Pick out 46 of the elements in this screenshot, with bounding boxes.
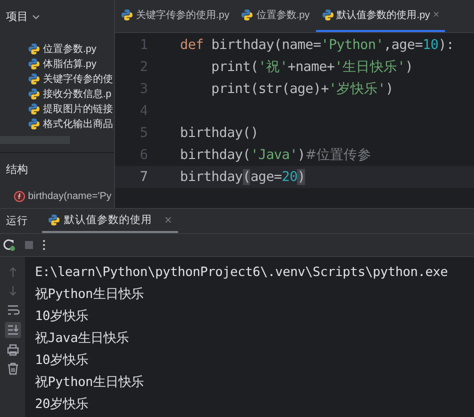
print-icon[interactable]: [6, 343, 20, 357]
python-icon: [121, 9, 133, 21]
more-icon[interactable]: [42, 239, 46, 251]
code-line: print(str(age)+'岁快乐'): [210, 80, 394, 98]
console-line: 祝Java生日快乐: [35, 330, 130, 348]
function-icon: [14, 190, 25, 202]
console-line: E:\learn\Python\pythonProject6\.venv\Scripts\python.exe: [35, 264, 449, 282]
code-line: birthday(age=20): [180, 169, 306, 185]
panel-title: 运行: [6, 214, 28, 228]
python-icon: [28, 118, 40, 130]
panel-title: 结构: [6, 162, 28, 176]
python-icon: [28, 88, 40, 100]
file-item[interactable]: 格式化输出商品: [0, 116, 114, 131]
line-number: 7: [138, 169, 149, 185]
console-line: 祝Python生日快乐: [35, 286, 146, 304]
file-item[interactable]: 体脂估算.py: [0, 56, 114, 71]
python-icon: [28, 58, 40, 70]
console-line: 祝Python生日快乐: [35, 374, 146, 392]
trash-icon[interactable]: [6, 362, 20, 376]
python-icon: [48, 214, 60, 226]
console-line: 10岁快乐: [35, 352, 90, 370]
editor-tab[interactable]: 默认值参数的使用.py ×: [316, 0, 446, 32]
console-line: 10岁快乐: [35, 308, 90, 326]
python-icon: [241, 9, 254, 21]
file-item[interactable]: 提取图片的链接: [0, 101, 114, 116]
python-icon: [28, 42, 40, 54]
soft-wrap-icon[interactable]: [6, 303, 20, 317]
code-line: birthday(): [180, 125, 258, 141]
editor-tab[interactable]: 位置参数.py: [235, 0, 316, 32]
panel-title: 项目: [6, 10, 28, 24]
structure-item[interactable]: birthday(name='Py: [0, 185, 114, 207]
console-line: 20岁快乐: [35, 396, 90, 414]
python-icon: [28, 102, 40, 114]
code-line: print('祝'+name+'生日快乐'): [210, 58, 413, 76]
code-line: birthday('Java')#位置传参: [180, 146, 372, 164]
python-icon: [322, 9, 334, 21]
python-icon: [28, 72, 40, 84]
scroll-to-end-icon[interactable]: [4, 322, 20, 338]
file-item[interactable]: 关键字传参的使: [0, 71, 114, 86]
chevron-down-icon[interactable]: [32, 14, 40, 20]
file-item[interactable]: 接收分数信息.p: [0, 86, 114, 101]
run-tab[interactable]: 默认值参数的使用 ×: [42, 209, 178, 233]
editor-tab[interactable]: 关键字传参的使用.py: [115, 0, 236, 32]
code-line: def birthday(name='Python',age=10):: [180, 37, 454, 53]
rerun-icon[interactable]: [2, 238, 16, 252]
file-item[interactable]: 位置参数.py: [0, 41, 114, 56]
